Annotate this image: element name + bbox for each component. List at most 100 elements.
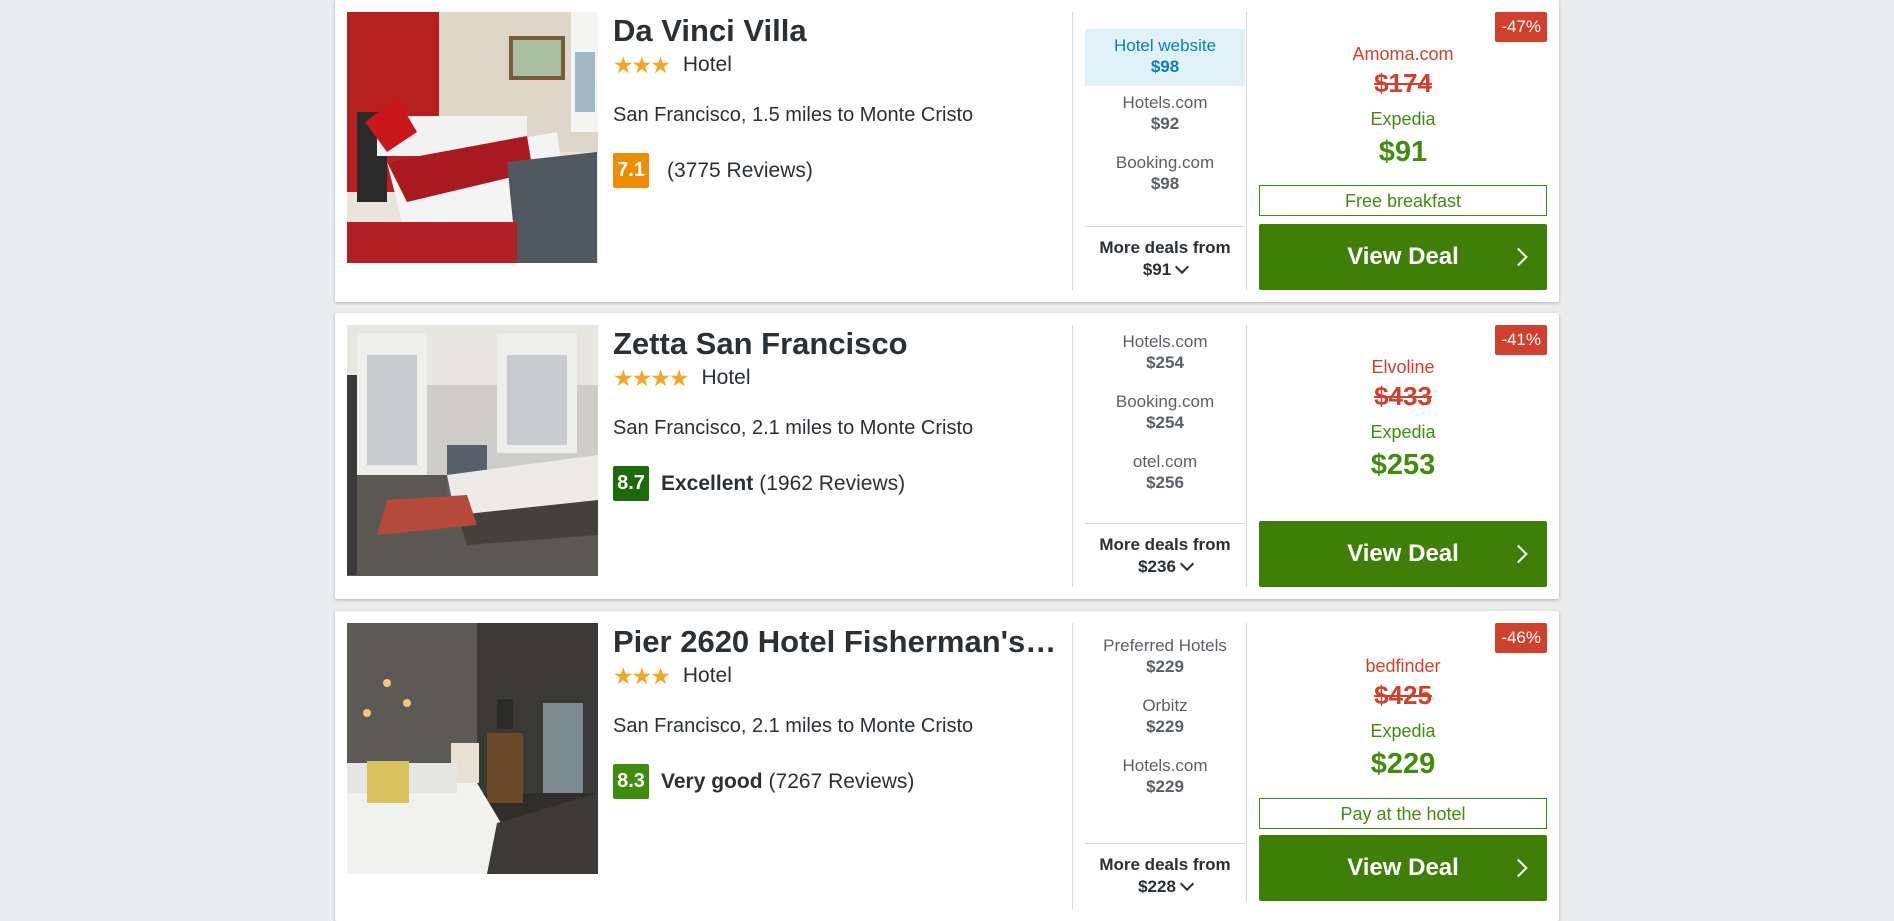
old-price: $425 (1374, 680, 1432, 710)
discount-badge: -47% (1495, 12, 1547, 42)
discount-badge: -41% (1495, 325, 1547, 355)
deal-price: $253 (1370, 449, 1436, 481)
chevron-down-icon (1175, 259, 1190, 275)
rating-word: Excellent (661, 471, 754, 495)
provider-name: Hotels.com (1122, 93, 1208, 112)
review-score-badge: 7.1 (613, 153, 649, 188)
chevron-right-icon (1509, 858, 1528, 878)
star-rating-icon: ★★★ (613, 52, 671, 78)
provider-price: $229 (1146, 657, 1184, 676)
more-deals-button[interactable]: More deals from $91 (1085, 226, 1245, 290)
hotel-card: Pier 2620 Hotel Fisherman's … ★★★ Hotel … (335, 611, 1559, 921)
old-provider: Amoma.com (1352, 44, 1454, 64)
hotel-type: Hotel (682, 664, 732, 687)
provider-price: $229 (1146, 777, 1184, 796)
deal-price: $91 (1378, 136, 1428, 168)
provider-item[interactable]: Preferred Hotels $229 (1085, 629, 1245, 689)
provider-name: Hotels.com (1122, 332, 1208, 351)
provider-price: $92 (1150, 114, 1180, 133)
hotel-name[interactable]: Da Vinci Villa (613, 12, 1063, 50)
view-deal-button[interactable]: View Deal (1259, 521, 1547, 587)
rating-row[interactable]: 7.1 (3775 Reviews) (613, 153, 1063, 188)
view-deal-label: View Deal (1347, 540, 1459, 567)
provider-item[interactable]: Hotels.com $254 (1085, 325, 1245, 385)
provider-item[interactable]: Hotel website $98 (1085, 29, 1245, 86)
provider-price: $254 (1146, 353, 1184, 372)
deal-provider: Expedia (1370, 109, 1436, 129)
deal-provider: Expedia (1370, 422, 1436, 442)
divider (1246, 623, 1247, 901)
provider-price: $254 (1146, 413, 1184, 432)
hotel-type: Hotel (701, 366, 751, 389)
deal-panel: -47% Amoma.com $174 Expedia $91 Free bre… (1259, 12, 1547, 290)
provider-item[interactable]: Hotels.com $92 (1085, 86, 1245, 146)
more-deals-price: $228 (1138, 877, 1176, 896)
hotel-type: Hotel (682, 53, 732, 76)
chevron-down-icon (1179, 556, 1194, 572)
more-deals-label: More deals from (1099, 238, 1231, 257)
review-count: (3775 Reviews) (667, 158, 813, 182)
old-provider: bedfinder (1365, 656, 1441, 676)
hotel-photo[interactable] (347, 325, 598, 576)
deal-price: $229 (1370, 748, 1436, 780)
hotel-photo[interactable] (347, 623, 598, 874)
hotel-name[interactable]: Zetta San Francisco (613, 325, 1063, 363)
review-count: (7267 Reviews) (768, 769, 915, 793)
hotel-name[interactable]: Pier 2620 Hotel Fisherman's … (613, 623, 1063, 661)
provider-item[interactable]: Orbitz $229 (1085, 689, 1245, 749)
more-deals-price: $91 (1142, 260, 1172, 279)
more-deals-price: $236 (1138, 557, 1176, 576)
stars-row: ★★★ Hotel (613, 663, 1063, 689)
view-deal-button[interactable]: View Deal (1259, 835, 1547, 901)
hotel-photo[interactable] (347, 12, 598, 263)
provider-item[interactable]: otel.com $256 (1085, 445, 1245, 505)
deal-provider: Expedia (1370, 721, 1436, 741)
provider-list: Hotels.com $254 Booking.com $254 otel.co… (1085, 325, 1245, 587)
stars-row: ★★★★ Hotel (613, 365, 1063, 391)
hotel-location: San Francisco, 2.1 miles to Monte Cristo (613, 715, 974, 737)
perk-badge: Free breakfast (1259, 185, 1547, 216)
hotel-card: Da Vinci Villa ★★★ Hotel San Francisco, … (335, 0, 1559, 302)
hotel-card: Zetta San Francisco ★★★★ Hotel San Franc… (335, 313, 1559, 599)
deal-panel: -46% bedfinder $425 Expedia $229 Pay at … (1259, 623, 1547, 901)
provider-name: Booking.com (1115, 153, 1215, 172)
divider (1072, 623, 1073, 909)
view-deal-button[interactable]: View Deal (1259, 224, 1547, 290)
old-price: $174 (1374, 68, 1432, 98)
review-score-badge: 8.7 (613, 466, 649, 501)
more-deals-button[interactable]: More deals from $236 (1085, 523, 1245, 587)
stars-row: ★★★ Hotel (613, 52, 1063, 78)
rating-row[interactable]: 8.3 Very good (7267 Reviews) (613, 764, 1063, 799)
chevron-right-icon (1509, 544, 1528, 564)
provider-name: Orbitz (1142, 696, 1188, 715)
more-deals-label: More deals from (1099, 855, 1231, 874)
deal-panel: -41% Elvoline $433 Expedia $253 View Dea… (1259, 325, 1547, 587)
star-rating-icon: ★★★★ (613, 365, 689, 391)
provider-name: otel.com (1132, 452, 1198, 471)
provider-item[interactable]: Hotels.com $229 (1085, 749, 1245, 809)
old-price: $433 (1374, 381, 1432, 411)
hotel-location: San Francisco, 2.1 miles to Monte Cristo (613, 417, 974, 439)
perk-badge: Pay at the hotel (1259, 798, 1547, 829)
provider-list: Preferred Hotels $229 Orbitz $229 Hotels… (1085, 623, 1245, 901)
chevron-down-icon (1179, 876, 1194, 892)
provider-item[interactable]: Booking.com $254 (1085, 385, 1245, 445)
provider-item[interactable]: Booking.com $98 (1085, 146, 1245, 206)
provider-name: Booking.com (1115, 392, 1215, 411)
old-provider: Elvoline (1371, 357, 1435, 377)
hotel-info: Pier 2620 Hotel Fisherman's … ★★★ Hotel … (613, 623, 1063, 799)
provider-price: $98 (1150, 174, 1180, 193)
divider (1072, 325, 1073, 587)
hotel-info: Da Vinci Villa ★★★ Hotel San Francisco, … (613, 12, 1063, 188)
provider-name: Hotels.com (1122, 756, 1208, 775)
more-deals-button[interactable]: More deals from $228 (1085, 843, 1245, 907)
chevron-right-icon (1509, 247, 1528, 267)
provider-price: $98 (1150, 57, 1180, 76)
view-deal-label: View Deal (1347, 854, 1459, 881)
hotel-info: Zetta San Francisco ★★★★ Hotel San Franc… (613, 325, 1063, 501)
divider (1246, 325, 1247, 587)
divider (1246, 12, 1247, 290)
provider-list: Hotel website $98 Hotels.com $92 Booking… (1085, 12, 1245, 290)
rating-word: Very good (661, 769, 763, 793)
rating-row[interactable]: 8.7 Excellent (1962 Reviews) (613, 466, 1063, 501)
